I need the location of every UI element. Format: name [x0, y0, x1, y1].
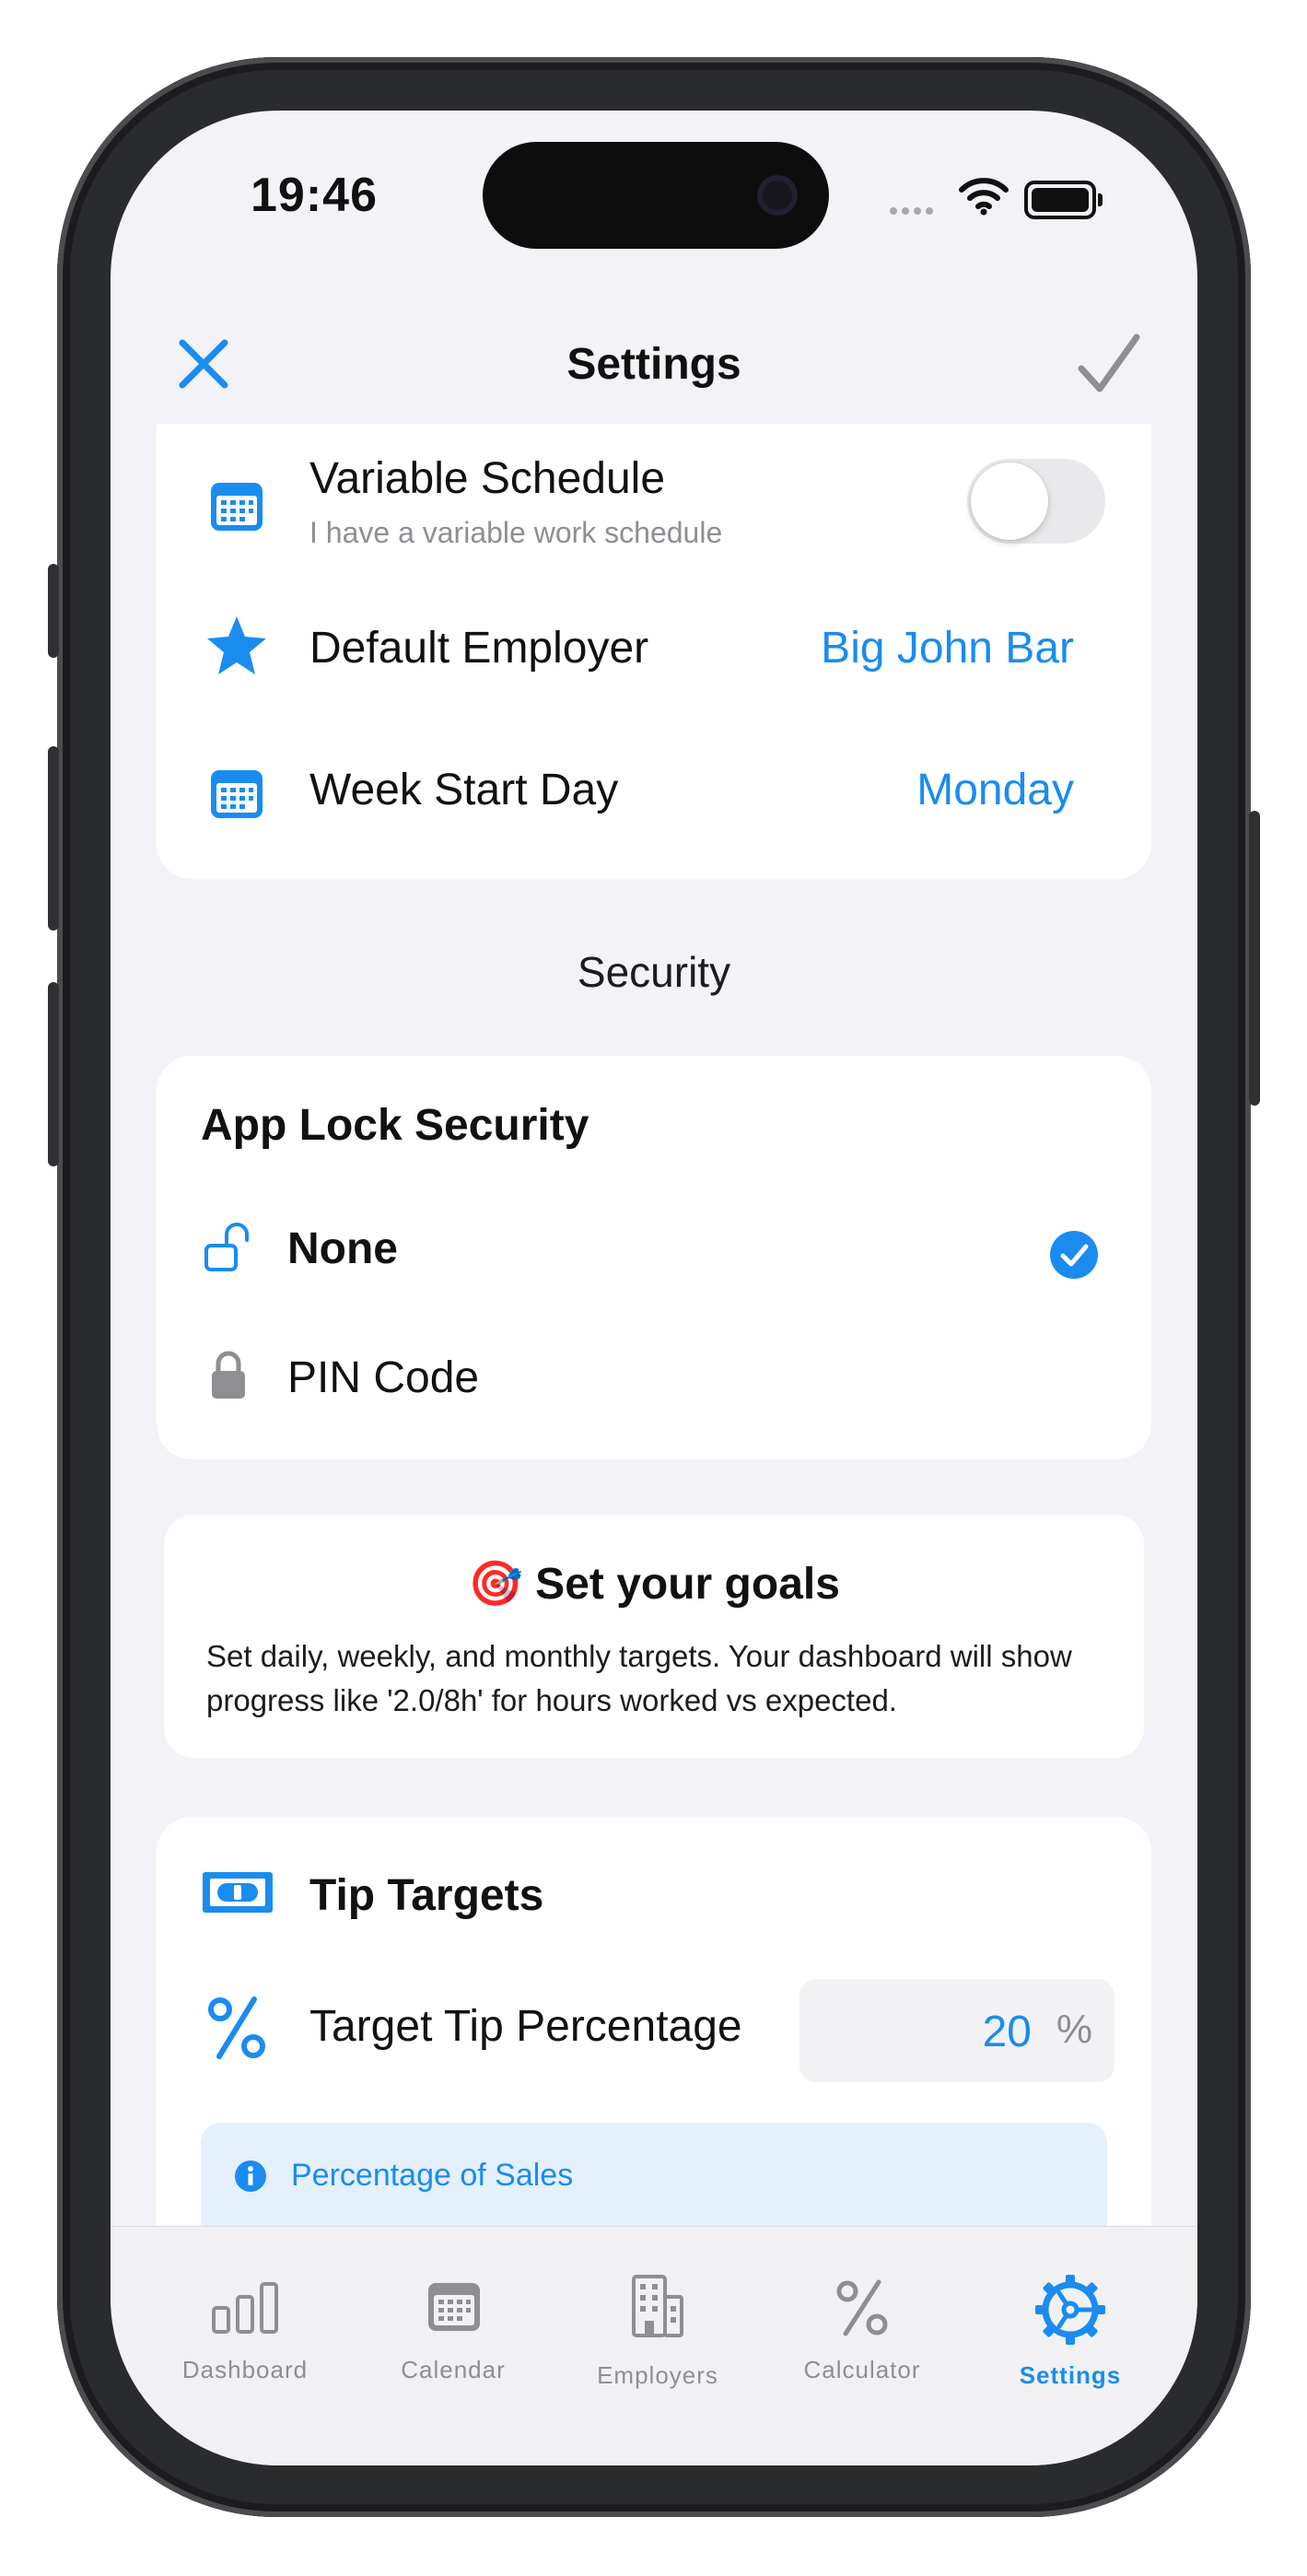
- unlock-icon: [204, 1223, 249, 1271]
- default-employer-label: Default Employer: [309, 624, 649, 673]
- calendar-icon: [428, 2283, 480, 2331]
- selected-check-icon: [1050, 1231, 1098, 1279]
- page-title: Settings: [566, 340, 741, 389]
- info-icon: [235, 2160, 266, 2192]
- dynamic-island: [483, 142, 829, 249]
- battery-icon: [1024, 181, 1103, 219]
- target-tip-percentage-label: Target Tip Percentage: [309, 2002, 742, 2051]
- percent-icon: [836, 2279, 888, 2336]
- tab-calculator-label: Calculator: [803, 2356, 921, 2383]
- goals-title: Set your goals: [535, 1560, 840, 1609]
- signal-dots-icon: [890, 203, 938, 219]
- lock-option-none-label: None: [287, 1224, 398, 1273]
- app-lock-card: App Lock Security None PIN Code: [157, 1056, 1151, 1459]
- tab-bar: Dashboard Calendar Employers Calculator …: [111, 2226, 1197, 2465]
- variable-schedule-row: Variable Schedule I have a variable work…: [157, 424, 1151, 590]
- info-title: Percentage of Sales: [291, 2158, 574, 2193]
- tip-targets-title: Tip Targets: [309, 1871, 544, 1920]
- percent-unit-label: %: [1056, 2007, 1092, 2052]
- target-tip-percentage-field[interactable]: 20 %: [799, 1979, 1114, 2082]
- tab-settings-label: Settings: [1019, 2361, 1122, 2389]
- wifi-icon: [959, 178, 1009, 216]
- checkmark-icon[interactable]: [1072, 328, 1146, 402]
- status-bar: 19:46: [111, 111, 1197, 295]
- target-emoji-icon: 🎯: [468, 1560, 523, 1609]
- week-start-value[interactable]: Monday: [916, 765, 1074, 815]
- chart-bar-icon: [212, 2282, 278, 2334]
- calendar-icon: [211, 770, 263, 818]
- lock-icon: [212, 1351, 245, 1399]
- percent-icon: [208, 1996, 265, 2059]
- default-employer-row[interactable]: Default Employer Big John Bar: [157, 590, 1151, 728]
- lock-option-pin[interactable]: PIN Code: [157, 1323, 1151, 1443]
- goals-description: Set daily, weekly, and monthly targets. …: [206, 1639, 1072, 1717]
- security-section-header: Security: [577, 948, 731, 996]
- volume-up-button: [48, 746, 59, 931]
- gear-icon: [1035, 2275, 1105, 2345]
- tab-employers-label: Employers: [597, 2361, 718, 2389]
- status-time: 19:46: [251, 169, 378, 222]
- calendar-icon: [211, 483, 263, 531]
- variable-schedule-subtitle: I have a variable work schedule: [309, 516, 723, 549]
- week-start-label: Week Start Day: [309, 766, 619, 814]
- variable-schedule-toggle[interactable]: [967, 459, 1105, 544]
- building-icon: [632, 2275, 683, 2337]
- schedule-settings-card: Variable Schedule I have a variable work…: [157, 424, 1151, 879]
- lock-option-none[interactable]: None: [157, 1194, 1151, 1314]
- app-lock-title: App Lock Security: [201, 1101, 589, 1150]
- tab-calendar-label: Calendar: [401, 2356, 506, 2383]
- variable-schedule-label: Variable Schedule: [309, 454, 666, 503]
- goals-card: 🎯 Set your goals Set daily, weekly, and …: [164, 1515, 1144, 1758]
- star-icon: [207, 616, 266, 674]
- screen: 19:46 Settings Variable Schedule I have …: [111, 111, 1197, 2465]
- tip-targets-card: Tip Targets Target Tip Percentage 20 % P…: [157, 1817, 1151, 2307]
- volume-down-button: [48, 982, 59, 1166]
- goals-heading: 🎯 Set your goals: [164, 1557, 1144, 1610]
- target-tip-percentage-value[interactable]: 20: [983, 2007, 1032, 2057]
- default-employer-value[interactable]: Big John Bar: [821, 623, 1074, 673]
- action-button: [48, 564, 59, 658]
- navigation-bar: Settings: [111, 295, 1197, 424]
- banknote-icon: [203, 1872, 273, 1913]
- tab-dashboard-label: Dashboard: [181, 2356, 309, 2383]
- week-start-row[interactable]: Week Start Day Monday: [157, 728, 1151, 866]
- lock-option-pin-label: PIN Code: [287, 1353, 480, 1402]
- power-button: [1249, 811, 1260, 1106]
